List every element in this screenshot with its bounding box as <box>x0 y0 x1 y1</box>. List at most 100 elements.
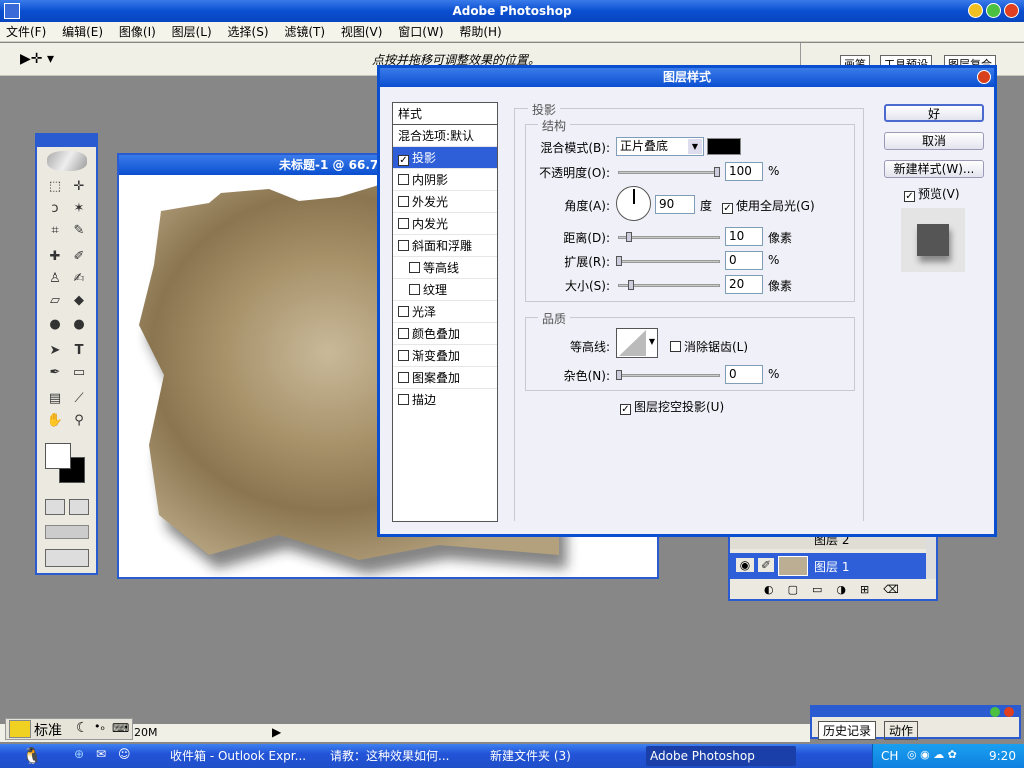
menu-layer[interactable]: 图层(L) <box>166 22 218 42</box>
outer-glow-checkbox[interactable] <box>398 196 409 207</box>
style-item-texture[interactable]: 纹理 <box>393 279 497 301</box>
eyedropper-icon[interactable]: ⟋ <box>69 389 89 409</box>
noise-slider[interactable] <box>618 374 720 377</box>
layer-row-1[interactable]: ◉ ✐ 图层 1 <box>730 553 926 579</box>
angle-input[interactable]: 90 <box>655 195 695 214</box>
stroke-checkbox[interactable] <box>398 394 409 405</box>
style-item-blending-options[interactable]: 混合选项:默认 <box>393 125 497 147</box>
opacity-input[interactable]: 100 <box>725 162 763 181</box>
spread-slider[interactable] <box>618 260 720 263</box>
style-item-stroke[interactable]: 描边 <box>393 389 497 411</box>
satin-checkbox[interactable] <box>398 306 409 317</box>
menu-image[interactable]: 图像(I) <box>113 22 162 42</box>
tab-actions[interactable]: 动作 <box>884 721 919 740</box>
quicklaunch-outlook-icon[interactable]: ✉ <box>96 747 106 761</box>
distance-input[interactable]: 10 <box>725 227 763 246</box>
history-brush-icon[interactable]: ✍ <box>69 269 89 289</box>
menu-edit[interactable]: 编辑(E) <box>56 22 109 42</box>
eye-icon[interactable]: ◉ <box>736 558 754 572</box>
noise-slider-thumb[interactable] <box>616 370 622 380</box>
knockout-checkbox[interactable]: ✓ <box>620 404 631 415</box>
shape-tool-icon[interactable]: ▭ <box>69 363 89 383</box>
blend-mode-select[interactable]: 正片叠底 ▼ <box>616 137 704 156</box>
style-item-gradient-overlay[interactable]: 渐变叠加 <box>393 345 497 367</box>
screen-mode-buttons[interactable] <box>45 525 89 539</box>
quicklaunch-messenger-icon[interactable]: ☺ <box>118 747 131 761</box>
ime-logo-icon[interactable] <box>9 720 31 738</box>
standard-mode-button[interactable] <box>45 499 65 515</box>
menu-filter[interactable]: 滤镜(T) <box>278 22 331 42</box>
gradient-overlay-checkbox[interactable] <box>398 350 409 361</box>
inner-glow-checkbox[interactable] <box>398 218 409 229</box>
stamp-tool-icon[interactable]: ♙ <box>45 269 65 289</box>
history-panel-close-button[interactable] <box>1004 707 1014 717</box>
distance-slider-thumb[interactable] <box>626 232 632 242</box>
spread-input[interactable]: 0 <box>725 251 763 270</box>
global-light-option[interactable]: ✓ 使用全局光(G) <box>722 197 815 214</box>
history-panel-min-button[interactable] <box>990 707 1000 717</box>
magic-wand-icon[interactable]: ✶ <box>69 199 89 219</box>
style-item-satin[interactable]: 光泽 <box>393 301 497 323</box>
move-tool-icon[interactable]: ▶✛ ▾ <box>20 51 54 67</box>
dialog-close-button[interactable] <box>977 70 991 84</box>
close-button[interactable] <box>1004 3 1019 18</box>
dodge-tool-icon[interactable]: ● <box>69 315 89 335</box>
cancel-button[interactable]: 取消 <box>884 132 984 150</box>
quicklaunch-ie-icon[interactable]: ⊕ <box>74 747 84 761</box>
style-item-outer-glow[interactable]: 外发光 <box>393 191 497 213</box>
new-style-button[interactable]: 新建样式(W)... <box>884 160 984 178</box>
drop-shadow-checkbox[interactable]: ✓ <box>398 155 409 166</box>
style-item-bevel-emboss[interactable]: 斜面和浮雕 <box>393 235 497 257</box>
texture-checkbox[interactable] <box>409 284 420 295</box>
antialias-option[interactable]: 消除锯齿(L) <box>670 338 748 355</box>
taskbar-item-browser[interactable]: 请教：这种效果如何... <box>326 746 476 766</box>
style-item-pattern-overlay[interactable]: 图案叠加 <box>393 367 497 389</box>
contour-checkbox[interactable] <box>409 262 420 273</box>
pen-tool-icon[interactable]: ✒ <box>45 363 65 383</box>
status-arrow-icon[interactable]: ▶ <box>272 725 281 739</box>
paint-bucket-icon[interactable]: ◆ <box>69 291 89 311</box>
style-item-contour[interactable]: 等高线 <box>393 257 497 279</box>
global-light-checkbox[interactable]: ✓ <box>722 203 733 214</box>
eraser-tool-icon[interactable]: ▱ <box>45 291 65 311</box>
quickmask-mode-button[interactable] <box>69 499 89 515</box>
move-tool-icon[interactable]: ✛ <box>69 177 89 197</box>
keyboard-icon[interactable]: ⌨ <box>112 721 129 735</box>
opacity-slider[interactable] <box>618 171 720 174</box>
menu-view[interactable]: 视图(V) <box>335 22 389 42</box>
size-slider-thumb[interactable] <box>628 280 634 290</box>
style-item-color-overlay[interactable]: 颜色叠加 <box>393 323 497 345</box>
distance-slider[interactable] <box>618 236 720 239</box>
menu-window[interactable]: 窗口(W) <box>392 22 449 42</box>
noise-input[interactable]: 0 <box>725 365 763 384</box>
angle-dial[interactable] <box>616 186 651 221</box>
bevel-emboss-checkbox[interactable] <box>398 240 409 251</box>
preview-option[interactable]: ✓ 预览(V) <box>904 185 960 202</box>
marquee-tool-icon[interactable]: ⬚ <box>45 177 65 197</box>
menu-file[interactable]: 文件(F) <box>0 22 52 42</box>
shadow-color-swatch[interactable] <box>707 138 741 155</box>
type-tool-icon[interactable]: T <box>69 341 89 361</box>
pattern-overlay-checkbox[interactable] <box>398 372 409 383</box>
knockout-option[interactable]: ✓ 图层挖空投影(U) <box>620 398 724 415</box>
menu-select[interactable]: 选择(S) <box>222 22 275 42</box>
language-indicator[interactable]: CH <box>881 749 898 763</box>
healing-brush-icon[interactable]: ✚ <box>45 247 65 267</box>
contour-picker[interactable]: ▼ <box>616 328 658 358</box>
slice-tool-icon[interactable]: ✎ <box>69 221 89 241</box>
start-penguin-icon[interactable]: 🐧 <box>22 746 42 765</box>
foreground-color-swatch[interactable] <box>45 443 71 469</box>
size-input[interactable]: 20 <box>725 275 763 294</box>
moon-icon[interactable]: ☾ <box>76 720 89 736</box>
lasso-tool-icon[interactable]: ↄ <box>45 199 65 219</box>
taskbar-item-outlook[interactable]: 收件箱 - Outlook Expr... <box>166 746 316 766</box>
punctuation-icon[interactable]: •ₒ <box>94 720 105 733</box>
spread-slider-thumb[interactable] <box>616 256 622 266</box>
style-item-inner-glow[interactable]: 内发光 <box>393 213 497 235</box>
opacity-slider-thumb[interactable] <box>714 167 720 177</box>
maximize-button[interactable] <box>986 3 1001 18</box>
path-select-icon[interactable]: ➤ <box>45 341 65 361</box>
taskbar-item-photoshop[interactable]: Adobe Photoshop <box>646 746 796 766</box>
inner-shadow-checkbox[interactable] <box>398 174 409 185</box>
color-overlay-checkbox[interactable] <box>398 328 409 339</box>
